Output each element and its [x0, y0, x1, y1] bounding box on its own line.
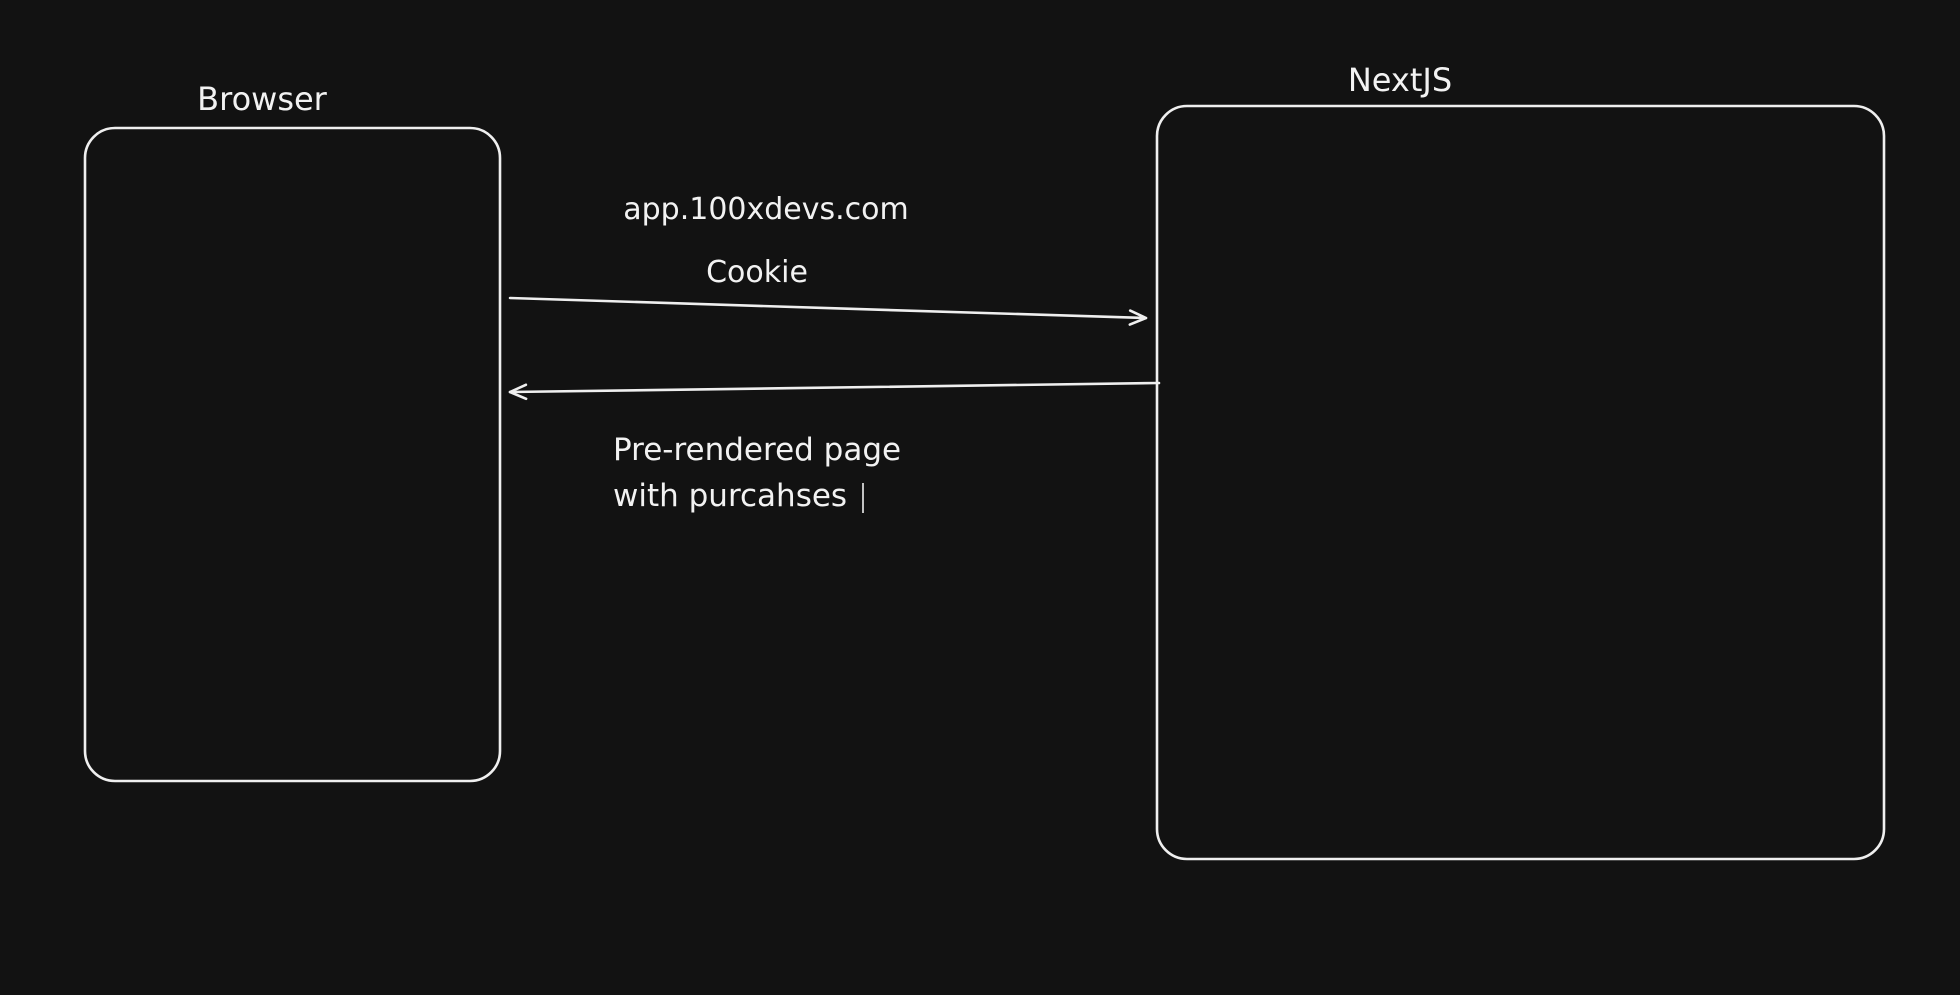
server-label: NextJS [1348, 61, 1452, 99]
response-label-line2: with purcahses [613, 478, 847, 514]
diagram-svg: Browser NextJS app.100xdevs.com Cookie P… [83, 61, 1886, 861]
server-box[interactable] [1155, 104, 1886, 861]
response-arrow[interactable] [508, 381, 1161, 401]
browser-box[interactable] [83, 126, 502, 783]
whiteboard-canvas[interactable]: Browser NextJS app.100xdevs.com Cookie P… [0, 0, 1960, 990]
request-url-label: app.100xdevs.com [623, 192, 909, 227]
request-arrow[interactable] [508, 296, 1148, 326]
response-label-line1: Pre-rendered page [613, 432, 901, 468]
browser-label: Browser [197, 80, 328, 118]
request-cookie-label: Cookie [706, 255, 808, 290]
